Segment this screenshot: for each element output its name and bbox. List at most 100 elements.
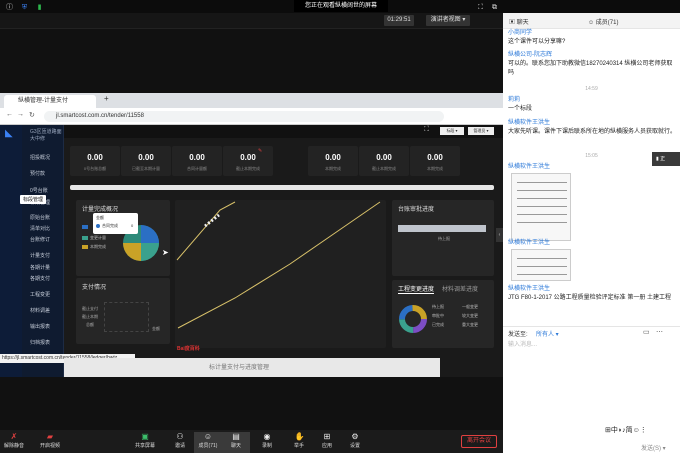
mouse-cursor-icon: ➤ [162, 248, 169, 257]
view-select[interactable]: 演讲者视图 ▾ [426, 15, 470, 26]
legend-label: 变更计量 [90, 235, 106, 240]
nav-item[interactable]: 各期计量 [30, 264, 50, 271]
meeting-clock: 01:29:51 [384, 15, 414, 26]
chat-message: 纵横软件王洪生 [508, 239, 676, 248]
chat-tab[interactable]: ▣ 聊天 [509, 17, 529, 26]
toolbar-label: 聊天 [230, 443, 241, 449]
pay-label: 总额 [86, 322, 94, 327]
legend-swatch [82, 245, 88, 249]
stat-card: 0.00 本期完成 [308, 146, 358, 176]
toolbar-item-mute[interactable]: ✗ 解除静音 [0, 432, 28, 449]
sender-name: 莉莉 [508, 97, 521, 103]
stat-value: 0.00 [427, 153, 443, 162]
chat-message: 纵横软件王洪生 [508, 163, 676, 172]
more-icon[interactable]: ⋯ [656, 328, 663, 336]
stat-value: 0.00 [240, 153, 256, 162]
nav-item[interactable]: 归档报表 [30, 339, 50, 346]
doc-line [517, 222, 567, 223]
nav-item[interactable]: 输出报表 [30, 323, 50, 330]
popout-icon[interactable]: ⧉ [490, 3, 499, 12]
nav-item[interactable]: 台账修订 [30, 236, 50, 243]
nav-tooltip: 标段管理 [20, 195, 47, 204]
legend-label: 重大变更 [462, 322, 478, 327]
nav-menu: G3区匝道路面大中修 招投概况 预付款 0号台账 标段管理 原始台账 清单对比 … [22, 125, 64, 377]
expand-icon[interactable]: ⛶ [424, 126, 429, 134]
nav-item[interactable]: 材料调差 [30, 307, 50, 314]
sender-name: 纵横公司-阮志辉 [508, 52, 552, 58]
stat-label: 本期完成 [325, 166, 341, 171]
toolbar-item-raise-hand[interactable]: ✋ 举手 [285, 432, 313, 449]
user-menu-button[interactable]: 管理员 ▾ [468, 127, 494, 135]
signal-icon[interactable]: ▮ [35, 3, 44, 12]
tender-select-button[interactable]: 标段 ▾ [440, 127, 464, 135]
collapse-panel-icon[interactable]: ‹ [496, 228, 503, 242]
toolbar-item-apps[interactable]: ⊞ 应用 [313, 432, 341, 449]
toolbar-item-chat[interactable]: ▤ 聊天 [222, 432, 250, 453]
nav-item[interactable]: 0号台账 [30, 187, 48, 194]
send-button[interactable]: 发送(S) ▾ [641, 443, 666, 452]
toolbar-item-invite[interactable]: ⚇ 邀请 [166, 432, 194, 449]
chat-input[interactable]: 输入消息... [508, 339, 676, 409]
fullscreen-icon[interactable]: ⛶ [476, 3, 485, 12]
nav-item[interactable]: 清单对比 [30, 225, 50, 232]
browser-tab[interactable]: 纵横管理-计量支付 [4, 95, 96, 108]
stat-label: 0号台账总额 [83, 166, 107, 171]
message-text: JTG F80-1-2017 公路工程质量检验评定标准 第一册 土建工程 [508, 295, 672, 301]
chat-message: 纵横软件王洪生 JTG F80-1-2017 公路工程质量检验评定标准 第一册 土… [508, 285, 676, 303]
file-icon[interactable]: ▭ [643, 328, 650, 336]
legend-swatch [82, 225, 88, 229]
reload-icon[interactable]: ↻ [29, 111, 35, 119]
chat-panel: ▣ 聊天 ☺ 成员(71) 小商同学 这个课件可以分享嘛? 纵横公司-阮志辉 可以的… [503, 13, 680, 453]
back-icon[interactable]: ← [6, 111, 13, 118]
nav-item[interactable]: 招投概况 [30, 154, 50, 161]
pay-bar-chart [104, 302, 149, 332]
approve-bar [398, 225, 486, 232]
chart-tooltip: 金额 合同完成 0 [93, 213, 138, 234]
document-image[interactable] [511, 249, 571, 281]
approve-status: 待上报 [438, 236, 450, 241]
alert-icon: ✎ [258, 148, 263, 154]
nav-item[interactable]: 预付款 [30, 170, 45, 177]
shield-icon[interactable]: ⛨ [20, 3, 29, 12]
tab-change[interactable]: 工程变更进度 [398, 284, 435, 294]
tab-material[interactable]: 材料调差进度 [442, 284, 478, 293]
toolbar-label: 录制 [261, 443, 272, 449]
info-icon[interactable]: ⓘ [5, 3, 14, 12]
nav-item[interactable]: 原始台账 [30, 214, 50, 221]
tooltip-label: 合同完成 [102, 223, 118, 228]
browser-tabbar: 纵横管理-计量支付 + [0, 93, 503, 108]
stat-value: 0.00 [87, 153, 103, 162]
nav-item[interactable]: 各期支付 [30, 275, 50, 282]
toolbar-item-settings[interactable]: ⚙ 设置 [341, 432, 369, 449]
toolbar-label: 设置 [349, 443, 360, 449]
leave-meeting-button[interactable]: 离开会议 [461, 435, 497, 448]
stat-card: 0.00 本期完成 [410, 146, 460, 176]
send-to-select[interactable]: 所有人 ▾ [536, 329, 559, 338]
stat-card: 0.00 0号台账总额 [70, 146, 120, 176]
chat-tab-label: 聊天 [516, 20, 529, 26]
stat-label: 已截至本期计量 [132, 166, 160, 171]
stat-label: 截止本期完成 [372, 166, 396, 171]
mic-off-icon: ✗ [10, 432, 18, 441]
toolbar-item-members[interactable]: ☺ 成员(71) [194, 432, 222, 453]
project-name: G3区匝道路面大中修 [30, 129, 62, 142]
new-tab-icon[interactable]: + [104, 94, 109, 103]
toolbar-item-record[interactable]: ◉ 录制 [253, 432, 281, 449]
members-tab[interactable]: ☺ 成员(71) [588, 17, 618, 26]
legend-label: 一般变更 [462, 304, 478, 309]
sender-name: 纵横软件王洪生 [508, 120, 551, 126]
forward-icon[interactable]: → [17, 111, 24, 118]
url-field[interactable]: jl.smartcost.com.cn/tender/11558 [44, 111, 444, 122]
trend-line-chart [176, 201, 381, 329]
stat-card: 0.00 截止本期完成 [223, 146, 273, 176]
pay-label: 截止支付 [82, 306, 98, 311]
nav-item[interactable]: 计量支付 [30, 252, 50, 259]
nav-item[interactable]: 工程变更 [30, 291, 50, 298]
stat-value: 0.00 [376, 153, 392, 162]
toolbar-item-share[interactable]: ▣ 共享屏幕 [131, 432, 159, 449]
stat-card: 0.00 已截至本期计量 [121, 146, 171, 176]
toolbar-item-video[interactable]: ▰ 开启视频 [36, 432, 64, 449]
legend-label: 待上报 [432, 304, 444, 309]
doc-line [517, 206, 567, 207]
document-image[interactable] [511, 173, 571, 241]
